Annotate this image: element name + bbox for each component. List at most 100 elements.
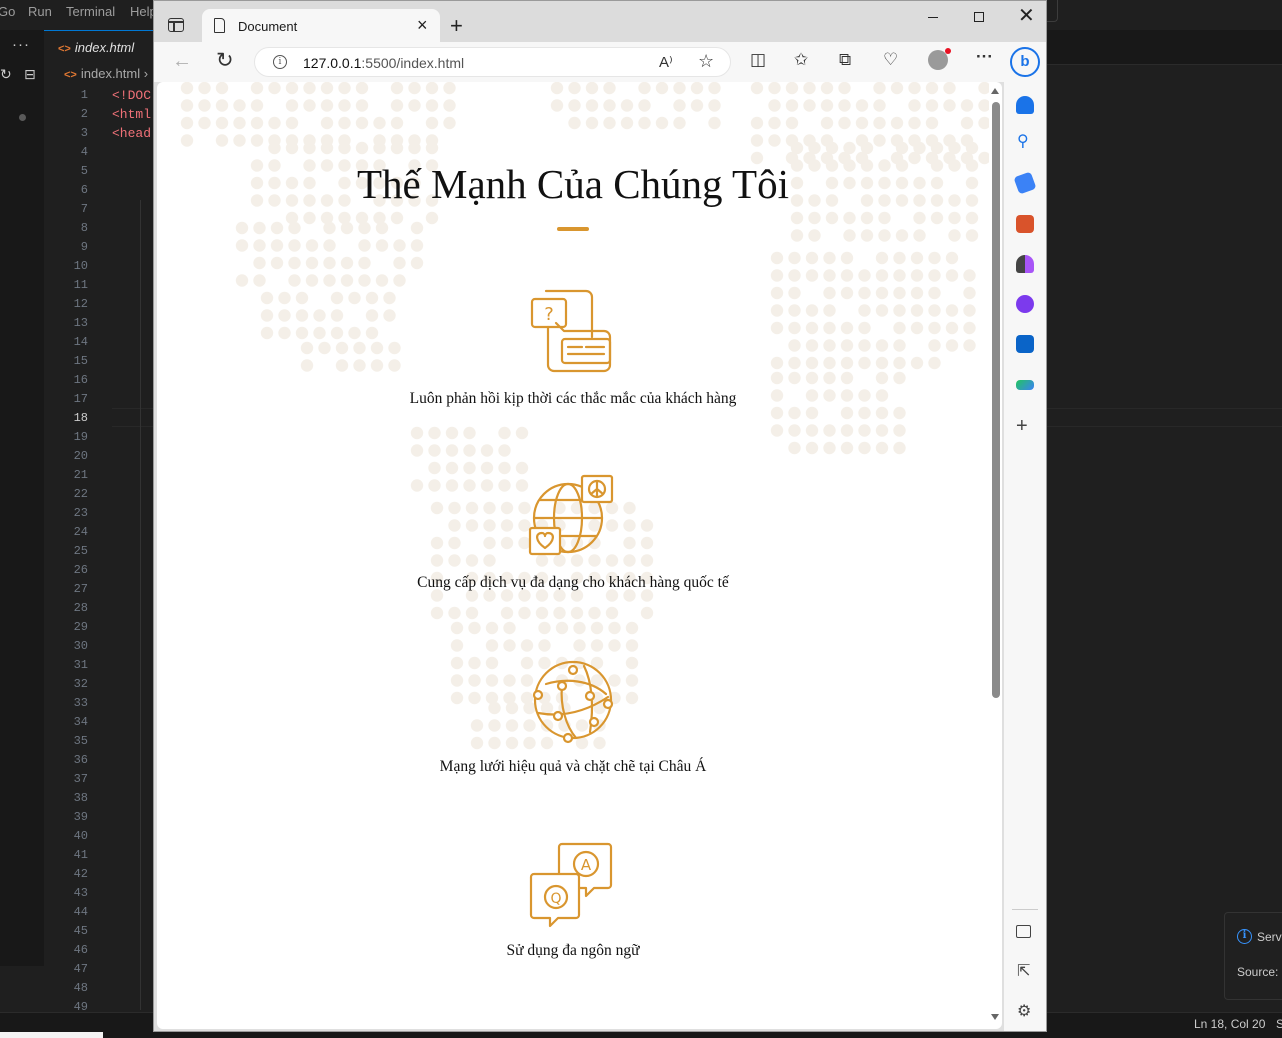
line-number: 29 — [73, 620, 88, 634]
line-number: 33 — [73, 696, 88, 710]
address-url[interactable]: 127.0.0.1:5500/index.html — [303, 55, 464, 71]
close-window-icon[interactable]: ✕ — [1018, 6, 1035, 26]
read-aloud-icon[interactable]: A⁾ — [659, 53, 673, 71]
line-number: 3 — [80, 126, 88, 140]
address-bar[interactable]: i 127.0.0.1:5500/index.html A⁾ ☆ — [254, 47, 731, 77]
toast-source: Source: L — [1237, 965, 1282, 979]
page-viewport[interactable]: Thế Mạnh Của Chúng Tôi ? Luôn phản hồi k… — [157, 82, 1002, 1029]
line-number: 27 — [73, 582, 88, 596]
line-number: 36 — [73, 753, 88, 767]
line-number: 20 — [73, 449, 88, 463]
browser-window: Document × + ✕ ← ↻ i 127.0.0.1:5500/inde… — [153, 0, 1047, 1032]
code-line: <!DOC — [112, 88, 152, 103]
refresh-explorer-icon[interactable]: ↻ — [0, 66, 12, 83]
code-editor[interactable]: <!DOC <html <head — [112, 86, 151, 143]
menu-terminal[interactable]: Terminal — [66, 4, 115, 19]
drop-icon[interactable] — [1016, 380, 1034, 390]
shopping-tag-icon[interactable] — [1013, 171, 1037, 195]
line-number: 23 — [73, 506, 88, 520]
scrollbar-thumb[interactable] — [992, 102, 1000, 698]
status-item[interactable]: S — [1276, 1017, 1282, 1031]
feature-label: Cung cấp dịch vụ đa dạng cho khách hàng … — [417, 574, 729, 591]
unsaved-dot-icon — [19, 114, 26, 121]
line-number: 26 — [73, 563, 88, 577]
svg-text:?: ? — [544, 304, 554, 325]
split-screen-icon[interactable]: ◫ — [750, 51, 766, 69]
new-tab-icon[interactable]: + — [450, 15, 463, 37]
line-numbers: 1 2 3 4 5 6 7 8 9 10 11 12 13 14 15 16 17 18 19 20 21 22 23 24 2… — [56, 86, 88, 1017]
menu-go[interactable]: Go — [0, 4, 15, 19]
site-info-icon[interactable]: i — [273, 55, 287, 69]
scroll-up-arrow-icon[interactable] — [991, 88, 999, 94]
search-icon[interactable]: ⚲ — [1017, 134, 1029, 150]
browser-essentials-icon[interactable]: ♡ — [883, 51, 898, 69]
page-title: Thế Mạnh Của Chúng Tôi — [357, 161, 789, 207]
line-number: 4 — [80, 145, 88, 159]
sidebar-settings-gear-icon[interactable]: ⚙ — [1017, 1004, 1031, 1020]
bing-copilot-icon[interactable]: b — [1010, 47, 1040, 77]
line-number: 39 — [73, 810, 88, 824]
settings-more-icon[interactable]: ··· — [976, 48, 993, 66]
tab-bar: Document × + ✕ — [154, 1, 1046, 43]
taskbar-strip — [0, 1032, 103, 1038]
line-number: 32 — [73, 677, 88, 691]
svg-text:Q: Q — [550, 891, 561, 907]
collections-icon[interactable]: ⧉ — [839, 51, 851, 69]
line-number: 31 — [73, 658, 88, 672]
breadcrumb-label: index.html — [80, 66, 141, 81]
line-number: 48 — [73, 981, 88, 995]
maximize-icon[interactable] — [974, 12, 984, 22]
editor-tab-index-html[interactable]: <> index.html — [44, 30, 164, 65]
line-number: 40 — [73, 829, 88, 843]
favorites-icon[interactable]: ✩ — [794, 51, 808, 69]
games-icon[interactable] — [1016, 255, 1034, 273]
minimize-icon[interactable] — [928, 17, 938, 18]
reload-icon[interactable]: ↻ — [216, 48, 234, 73]
line-number: 8 — [80, 221, 88, 235]
line-number: 17 — [73, 392, 88, 406]
line-number: 10 — [73, 259, 88, 273]
network-globe-icon — [532, 660, 614, 744]
back-arrow-icon[interactable]: ← — [172, 50, 192, 73]
vscode-sidebar — [0, 30, 44, 966]
line-number: 47 — [73, 962, 88, 976]
microsoft-365-icon[interactable] — [1016, 295, 1034, 313]
favorite-star-icon[interactable]: ☆ — [698, 51, 714, 72]
breadcrumb-item[interactable]: <> index.html › — [64, 66, 148, 81]
multilingual-qa-icon: A Q — [529, 842, 613, 928]
browser-tab[interactable]: Document × — [202, 9, 440, 43]
title-underline — [557, 227, 589, 231]
line-number: 15 — [73, 354, 88, 368]
line-number: 16 — [73, 373, 88, 387]
line-number: 37 — [73, 772, 88, 786]
global-services-icon — [528, 474, 614, 556]
menu-run[interactable]: Run — [28, 4, 52, 19]
add-sidebar-app-icon[interactable]: + — [1016, 416, 1028, 436]
more-actions-icon[interactable]: ··· — [12, 36, 30, 53]
sidebar-divider — [1012, 909, 1038, 910]
document-icon — [214, 18, 225, 33]
cursor-position[interactable]: Ln 18, Col 20 — [1194, 1017, 1265, 1031]
notification-toast[interactable]: i Serv Source: L — [1224, 912, 1282, 1000]
profile-avatar[interactable] — [928, 48, 951, 70]
scroll-down-arrow-icon[interactable] — [991, 1014, 999, 1020]
open-external-icon[interactable]: ⇱ — [1017, 964, 1030, 980]
line-number: 13 — [73, 316, 88, 330]
outlook-icon[interactable] — [1016, 335, 1034, 353]
line-number: 21 — [73, 468, 88, 482]
close-tab-icon[interactable]: × — [417, 16, 428, 34]
collapse-folders-icon[interactable]: ⊟ — [24, 66, 36, 83]
info-icon: i — [1237, 929, 1252, 944]
line-number: 5 — [80, 164, 88, 178]
customer-support-chat-icon: ? — [530, 289, 612, 373]
tools-icon[interactable] — [1016, 215, 1034, 233]
tab-actions-icon[interactable] — [168, 18, 184, 32]
svg-text:A: A — [581, 856, 592, 874]
line-number: 24 — [73, 525, 88, 539]
notifications-bell-icon[interactable] — [1016, 96, 1034, 114]
line-number: 34 — [73, 715, 88, 729]
line-number: 9 — [80, 240, 88, 254]
line-number: 28 — [73, 601, 88, 615]
hide-sidebar-icon[interactable] — [1016, 925, 1031, 938]
edge-sidebar: ⚲ + ⇱ ⚙ — [1004, 82, 1046, 1031]
